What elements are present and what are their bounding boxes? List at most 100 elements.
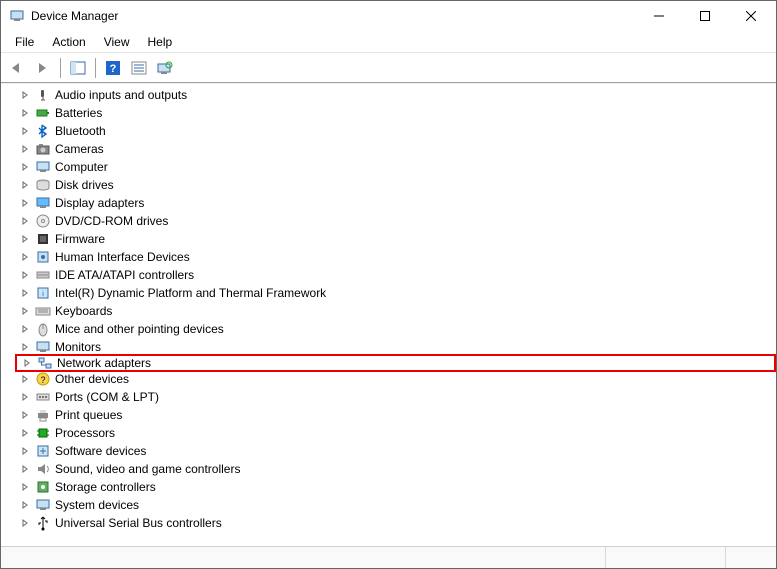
tree-item-label: Disk drives <box>55 178 114 192</box>
tree-item-label: Mice and other pointing devices <box>55 322 224 336</box>
chevron-right-icon[interactable] <box>19 197 31 209</box>
tree-item-camera[interactable]: Cameras <box>15 140 776 158</box>
device-manager-window: Device Manager File Action View Help <box>0 0 777 569</box>
tree-item-software[interactable]: Software devices <box>15 442 776 460</box>
chevron-right-icon[interactable] <box>19 323 31 335</box>
chevron-right-icon[interactable] <box>19 481 31 493</box>
tree-item-network[interactable]: Network adapters <box>15 354 776 372</box>
tree-item-audio[interactable]: Audio inputs and outputs <box>15 86 776 104</box>
ide-icon <box>35 267 51 283</box>
tree-item-storage[interactable]: Storage controllers <box>15 478 776 496</box>
audio-icon <box>35 87 51 103</box>
menu-help[interactable]: Help <box>140 33 181 51</box>
scan-hardware-icon <box>157 61 173 75</box>
display-icon <box>35 195 51 211</box>
device-tree[interactable]: Audio inputs and outputs Batteries Bluetoo… <box>1 84 776 546</box>
printer-icon <box>35 407 51 423</box>
back-button[interactable] <box>5 56 29 80</box>
toolbar-separator <box>95 58 96 78</box>
chevron-right-icon[interactable] <box>19 179 31 191</box>
chevron-right-icon[interactable] <box>19 251 31 263</box>
tree-item-display[interactable]: Display adapters <box>15 194 776 212</box>
chevron-right-icon[interactable] <box>19 107 31 119</box>
usb-icon <box>35 515 51 531</box>
tree-item-label: System devices <box>55 498 139 512</box>
chevron-right-icon[interactable] <box>19 215 31 227</box>
window-title: Device Manager <box>31 9 118 23</box>
app-icon <box>9 8 25 24</box>
chevron-right-icon[interactable] <box>19 143 31 155</box>
tree-item-label: Storage controllers <box>55 480 156 494</box>
tree-item-printer[interactable]: Print queues <box>15 406 776 424</box>
chevron-right-icon[interactable] <box>19 427 31 439</box>
chevron-right-icon[interactable] <box>19 233 31 245</box>
tree-item-label: Ports (COM & LPT) <box>55 390 159 404</box>
minimize-button[interactable] <box>636 1 682 31</box>
status-cell <box>1 547 606 568</box>
tree-item-other[interactable]: ?Other devices <box>15 370 776 388</box>
chevron-right-icon[interactable] <box>19 89 31 101</box>
chevron-right-icon[interactable] <box>19 341 31 353</box>
chevron-right-icon[interactable] <box>19 463 31 475</box>
tree-item-disk[interactable]: Disk drives <box>15 176 776 194</box>
status-cell <box>726 547 776 568</box>
titlebar: Device Manager <box>1 1 776 31</box>
sound-icon <box>35 461 51 477</box>
chevron-right-icon[interactable] <box>21 357 33 369</box>
close-button[interactable] <box>728 1 774 31</box>
tree-item-firmware[interactable]: Firmware <box>15 230 776 248</box>
back-icon <box>9 62 25 74</box>
tree-item-bluetooth[interactable]: Bluetooth <box>15 122 776 140</box>
chevron-right-icon[interactable] <box>19 305 31 317</box>
chevron-right-icon[interactable] <box>19 391 31 403</box>
chevron-right-icon[interactable] <box>19 125 31 137</box>
toolbar: ? <box>1 53 776 83</box>
maximize-button[interactable] <box>682 1 728 31</box>
tree-item-battery[interactable]: Batteries <box>15 104 776 122</box>
bluetooth-icon <box>35 123 51 139</box>
chevron-right-icon[interactable] <box>19 269 31 281</box>
network-icon <box>37 355 53 371</box>
chevron-right-icon[interactable] <box>19 161 31 173</box>
tree-item-dvd[interactable]: DVD/CD-ROM drives <box>15 212 776 230</box>
tree-item-label: Audio inputs and outputs <box>55 88 187 102</box>
show-hide-tree-icon <box>70 61 86 75</box>
chevron-right-icon[interactable] <box>19 499 31 511</box>
help-button[interactable]: ? <box>101 56 125 80</box>
chevron-right-icon[interactable] <box>19 445 31 457</box>
scan-hardware-button[interactable] <box>153 56 177 80</box>
tree-item-label: Sound, video and game controllers <box>55 462 240 476</box>
tree-item-intel[interactable]: iIntel(R) Dynamic Platform and Thermal F… <box>15 284 776 302</box>
chevron-right-icon[interactable] <box>19 287 31 299</box>
tree-item-cpu[interactable]: Processors <box>15 424 776 442</box>
status-cell <box>606 547 726 568</box>
tree-item-usb[interactable]: Universal Serial Bus controllers <box>15 514 776 532</box>
menu-view[interactable]: View <box>96 33 138 51</box>
tree-item-label: Bluetooth <box>55 124 106 138</box>
camera-icon <box>35 141 51 157</box>
hid-icon <box>35 249 51 265</box>
properties-button[interactable] <box>127 56 151 80</box>
forward-button[interactable] <box>31 56 55 80</box>
tree-item-hid[interactable]: Human Interface Devices <box>15 248 776 266</box>
tree-item-mouse[interactable]: Mice and other pointing devices <box>15 320 776 338</box>
tree-item-ports[interactable]: Ports (COM & LPT) <box>15 388 776 406</box>
statusbar <box>1 546 776 568</box>
show-hide-tree-button[interactable] <box>66 56 90 80</box>
menu-file[interactable]: File <box>7 33 42 51</box>
chevron-right-icon[interactable] <box>19 373 31 385</box>
tree-item-label: Firmware <box>55 232 105 246</box>
tree-item-ide[interactable]: IDE ATA/ATAPI controllers <box>15 266 776 284</box>
content-area: Audio inputs and outputs Batteries Bluetoo… <box>1 83 776 546</box>
menu-action[interactable]: Action <box>44 33 93 51</box>
tree-item-computer[interactable]: Computer <box>15 158 776 176</box>
help-icon: ? <box>106 61 120 75</box>
tree-item-sound[interactable]: Sound, video and game controllers <box>15 460 776 478</box>
tree-item-keyboard[interactable]: Keyboards <box>15 302 776 320</box>
svg-text:?: ? <box>110 63 117 75</box>
firmware-icon <box>35 231 51 247</box>
chevron-right-icon[interactable] <box>19 409 31 421</box>
system-icon <box>35 497 51 513</box>
tree-item-system[interactable]: System devices <box>15 496 776 514</box>
chevron-right-icon[interactable] <box>19 517 31 529</box>
